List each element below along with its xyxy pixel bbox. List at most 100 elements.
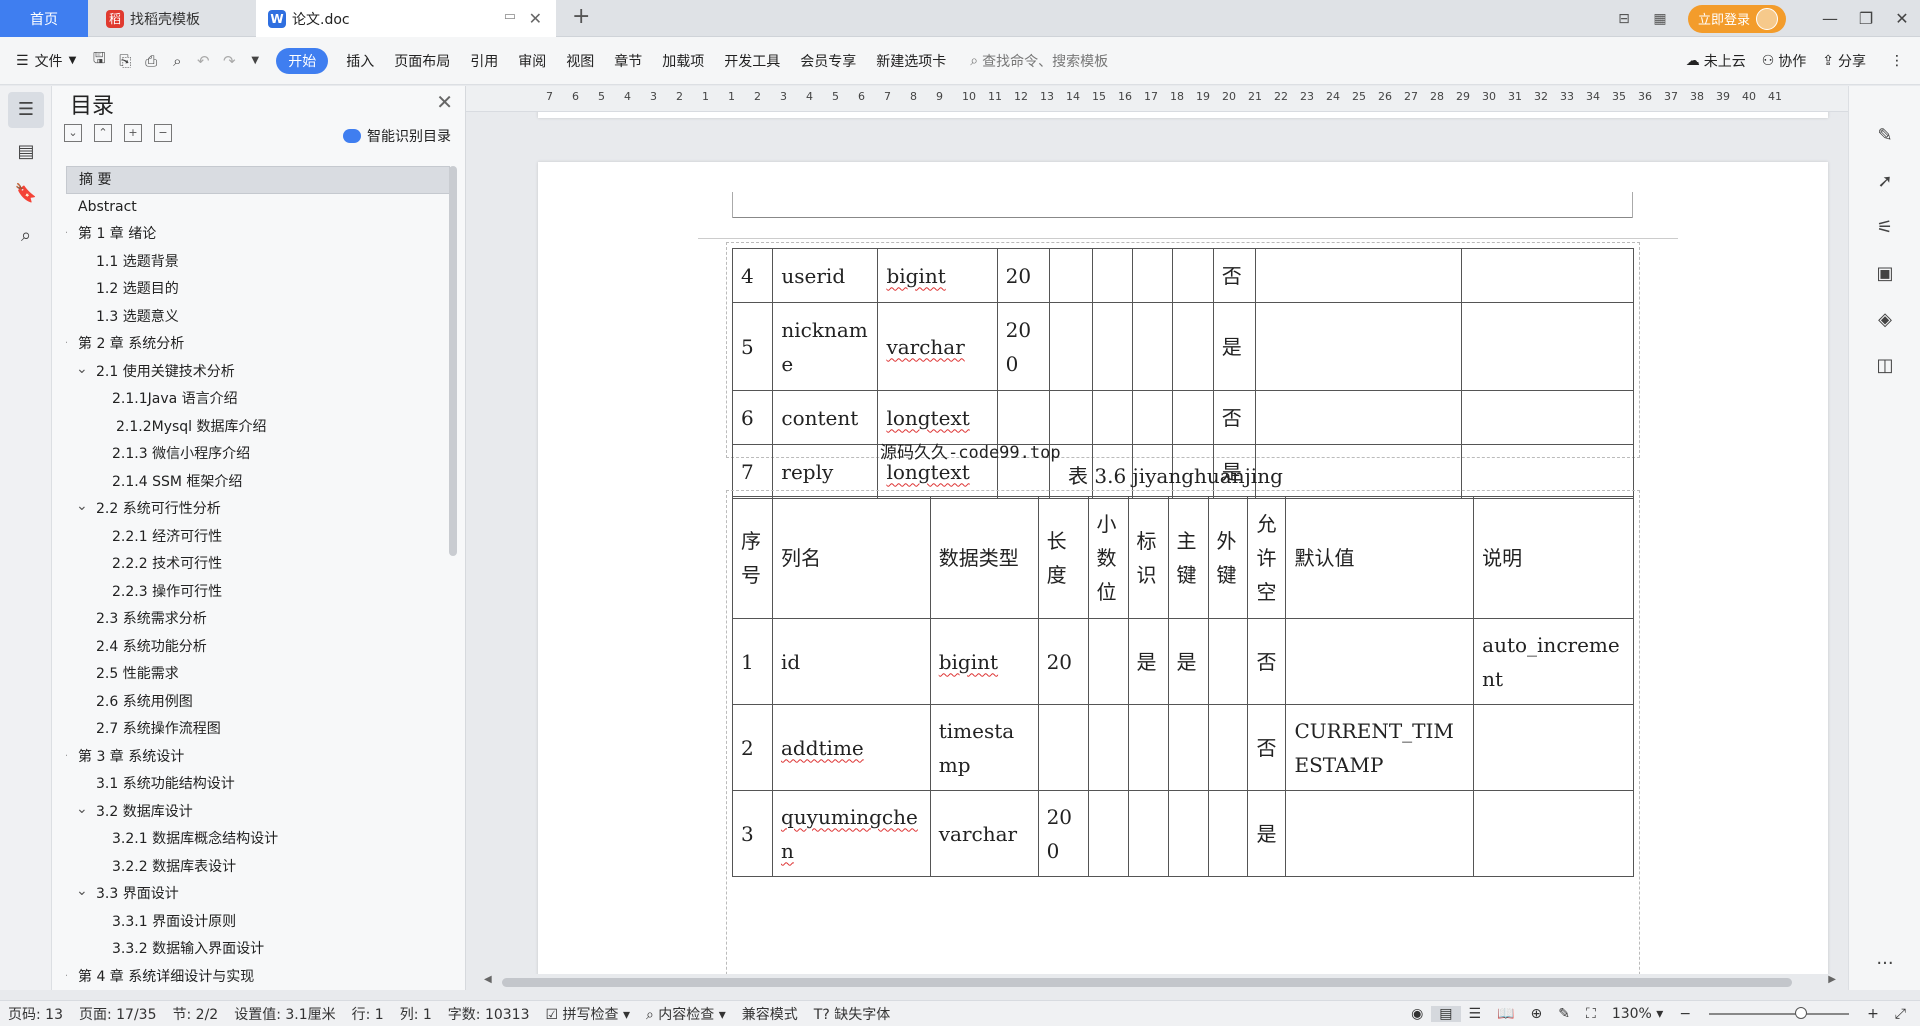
table-cell[interactable]: id — [771, 618, 931, 705]
more-icon[interactable]: ··· — [1865, 944, 1905, 984]
pen-icon[interactable]: ✎ — [1865, 116, 1905, 156]
toc-scrollbar[interactable] — [449, 166, 457, 556]
chevron-down-icon[interactable]: ⌄ — [76, 356, 88, 384]
outline-view-icon[interactable]: ☰ — [1461, 1006, 1490, 1022]
table-cell[interactable]: varchar — [877, 302, 998, 391]
table-cell[interactable]: bigint — [929, 618, 1039, 705]
toc-item[interactable]: ⌄ 第 2 章 系统分析 — [66, 331, 450, 359]
menu-developer[interactable]: 开发工具 — [714, 48, 790, 74]
table-cell[interactable]: 是 — [1167, 618, 1209, 705]
table-header-cell[interactable]: 说明 — [1473, 496, 1634, 619]
table-cell[interactable]: 5 — [731, 302, 774, 391]
apps-grid-icon[interactable]: ▦ — [1646, 11, 1674, 27]
table-cell[interactable]: 20 — [996, 248, 1051, 303]
table-cell[interactable]: timestamp — [929, 704, 1039, 791]
menu-insert[interactable]: 插入 — [336, 48, 384, 74]
menu-references[interactable]: 引用 — [460, 48, 508, 74]
table-cell[interactable]: quyumingchen — [771, 790, 931, 877]
table-cell[interactable] — [1087, 618, 1129, 705]
table-cell[interactable] — [1087, 790, 1129, 877]
table-cell[interactable] — [1091, 390, 1133, 445]
zoom-out-icon[interactable]: − — [1671, 1006, 1699, 1022]
missing-font-button[interactable]: T? 缺失字体 — [806, 1004, 898, 1024]
menu-member[interactable]: 会员专享 — [790, 48, 866, 74]
settings-slider-icon[interactable]: ⚟ — [1865, 208, 1905, 248]
toc-item[interactable]: 摘 要 — [66, 166, 450, 194]
table-cell[interactable] — [1461, 390, 1634, 445]
table-cell[interactable] — [1255, 390, 1463, 445]
chevron-down-icon[interactable]: ⌄ — [76, 878, 88, 906]
table-header-cell[interactable]: 数据类型 — [929, 496, 1039, 619]
toc-item[interactable]: 2.1.3 微信小程序介绍 — [66, 441, 450, 469]
chevron-down-icon[interactable]: ⌄ — [76, 796, 88, 824]
table-cell[interactable]: 是 — [1212, 302, 1257, 391]
menu-addins[interactable]: 加载项 — [652, 48, 714, 74]
file-menu[interactable]: ☰ 文件 ▼ — [0, 48, 86, 74]
spell-check-button[interactable]: ☑ 拼写检查 ▾ — [538, 1004, 639, 1024]
add-level-icon[interactable]: + — [124, 124, 142, 142]
horizontal-ruler[interactable]: 7 6 5 4 3 2 1 1 2 3 4 5 6 7 8 9 10 11 12 13 14 15 16 17 18 19 20 21… — [466, 86, 1848, 112]
table-cell[interactable] — [1172, 390, 1214, 445]
reading-mode-icon[interactable]: ◫ — [1865, 346, 1905, 386]
remove-level-icon[interactable]: − — [154, 124, 172, 142]
print-icon[interactable]: ⎙ — [138, 52, 164, 70]
table-cell[interactable]: 4 — [731, 248, 774, 303]
toc-item[interactable]: ⌄ 3.3 界面设计 — [66, 881, 450, 909]
menu-view[interactable]: 视图 — [556, 48, 604, 74]
table-cell[interactable] — [1091, 248, 1133, 303]
menu-new-tab[interactable]: 新建选项卡 — [866, 48, 956, 74]
table-header-cell[interactable]: 允许空 — [1247, 496, 1287, 619]
zoom-slider[interactable] — [1709, 1006, 1850, 1019]
chevron-down-icon[interactable]: ⌄ — [76, 493, 88, 521]
eye-protect-icon[interactable]: ◉ — [1403, 1006, 1431, 1022]
toc-item[interactable]: 2.1.2Mysql 数据库介绍 — [66, 414, 450, 442]
table-cell[interactable] — [1207, 618, 1249, 705]
toc-item[interactable]: 1.3 选题意义 — [66, 304, 450, 332]
toc-item[interactable]: ⌄ 第 4 章 系统详细设计与实现 — [66, 964, 450, 985]
compat-mode[interactable]: 兼容模式 — [734, 1004, 806, 1024]
table-header-cell[interactable]: 小数位 — [1087, 496, 1129, 619]
table-cell[interactable]: 否 — [1212, 390, 1257, 445]
menu-section[interactable]: 章节 — [604, 48, 652, 74]
table-cell[interactable]: content — [772, 390, 879, 445]
content-check-button[interactable]: ⌕ 内容检查 ▾ — [638, 1004, 734, 1024]
tab-home[interactable]: 首页 — [0, 0, 88, 37]
status-words[interactable]: 字数: 10313 — [440, 1004, 538, 1024]
table-cell[interactable] — [1131, 302, 1174, 391]
table-cell[interactable] — [1131, 248, 1174, 303]
fit-page-icon[interactable]: ⛶ — [1578, 1006, 1604, 1022]
table-cell[interactable] — [996, 390, 1051, 445]
toc-item[interactable]: 1.1 选题背景 — [66, 249, 450, 277]
zoom-slider-knob[interactable] — [1795, 1006, 1808, 1019]
table-cell[interactable]: 20 — [1037, 618, 1089, 705]
table-cell[interactable] — [1127, 790, 1169, 877]
chevron-down-icon[interactable]: ⌄ — [66, 741, 70, 769]
table-cell[interactable] — [1461, 302, 1634, 391]
chapter-nav-icon[interactable]: ▤ — [8, 134, 44, 170]
tab-pin-icon[interactable]: ▭ — [504, 9, 516, 24]
table-cell[interactable] — [1172, 302, 1214, 391]
table-cell[interactable]: 6 — [731, 390, 774, 445]
toc-item[interactable]: 3.3.1 界面设计原则 — [66, 909, 450, 937]
tab-document[interactable]: W 论文.doc ▭ ✕ — [256, 0, 556, 37]
chevron-down-icon[interactable]: ⌄ — [66, 961, 70, 985]
toc-item[interactable]: ⌄ 第 1 章 绪论 — [66, 221, 450, 249]
table-cell[interactable] — [1207, 704, 1249, 791]
toc-item[interactable]: 3.2.2 数据库表设计 — [66, 854, 450, 882]
share-button[interactable]: ⇪ 分享 — [1814, 48, 1874, 74]
table-header-cell[interactable]: 长度 — [1037, 496, 1089, 619]
toc-item[interactable]: ⌄ 第 3 章 系统设计 — [66, 744, 450, 772]
table-cell[interactable] — [1207, 790, 1249, 877]
collab-button[interactable]: ⚇ 协作 — [1754, 48, 1815, 74]
bookmark-icon[interactable]: 🔖 — [8, 176, 44, 212]
table-cell[interactable] — [1285, 618, 1475, 705]
toc-item[interactable]: 3.2.1 数据库概念结构设计 — [66, 826, 450, 854]
undo-icon[interactable]: ↶ — [190, 52, 216, 70]
table-cell[interactable] — [1091, 302, 1133, 391]
toc-item[interactable]: ⌄ 2.2 系统可行性分析 — [66, 496, 450, 524]
find-icon[interactable]: ⌕ — [8, 218, 44, 254]
table-cell[interactable]: longtext — [877, 390, 998, 445]
table-header-cell[interactable]: 主键 — [1167, 496, 1209, 619]
toc-item[interactable]: 2.1.4 SSM 框架介绍 — [66, 469, 450, 497]
zoom-level[interactable]: 130% ▾ — [1604, 1006, 1672, 1022]
